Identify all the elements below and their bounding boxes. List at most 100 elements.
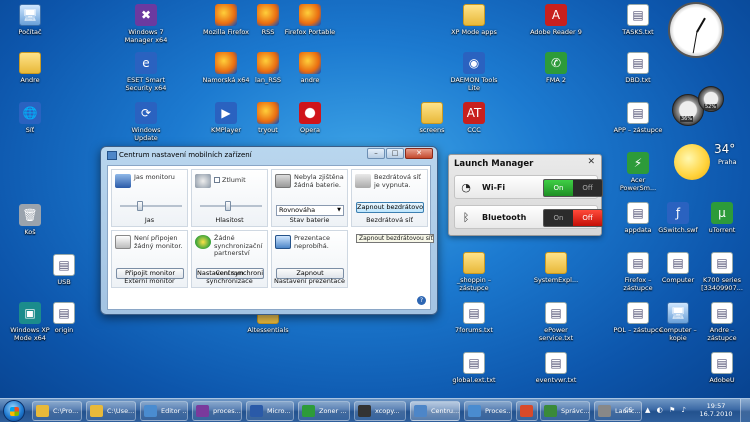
desktop-icon[interactable]: ⚡ Acer PowerSm...	[612, 152, 664, 192]
volume-slider[interactable]	[200, 201, 262, 211]
w7manager-icon: ✖	[135, 4, 157, 26]
desktop-icon[interactable]: XP Mode apps	[448, 4, 500, 36]
mute-checkbox-row[interactable]: Ztlumit	[214, 176, 267, 185]
clock-face-icon	[668, 2, 724, 58]
tray-icons[interactable]: ▲ ◐ ⚑ ♪	[645, 406, 688, 414]
taskbar-button-label: Editor ...	[161, 407, 188, 415]
desktop-icon-label: Síť	[25, 126, 35, 134]
wifi-icon: ◔	[461, 181, 471, 194]
launch-manager-title: Launch Manager	[454, 159, 534, 169]
desktop-icon[interactable]: AT CCC	[448, 102, 500, 134]
desktop-icon-label: FMA 2	[546, 76, 566, 84]
bluetooth-toggle[interactable]: On Off	[543, 209, 603, 227]
taskbar-button[interactable]: Proces...	[464, 401, 512, 421]
desktop-icon[interactable]: ✆ FMA 2	[530, 52, 582, 84]
desktop-icon[interactable]: 🌐 Síť	[4, 102, 56, 134]
text-file-icon: ▤	[627, 302, 649, 324]
desktop-icon[interactable]: SystemExpl...	[530, 252, 582, 284]
desktop-icon[interactable]: ▤ USB	[38, 254, 90, 286]
desktop-icon[interactable]: ⟳ Windows Update	[120, 102, 172, 142]
taskbar-button[interactable]: Launc...	[594, 401, 642, 421]
desktop-icon[interactable]: 🖥 Počítač	[4, 4, 56, 36]
desktop-icon[interactable]: Firefox Portable	[284, 4, 336, 36]
desktop-icon[interactable]: A Adobe Reader 9	[530, 4, 582, 36]
wifi-on-button[interactable]: On	[544, 180, 573, 196]
desktop-icon[interactable]: ▤ DBD.txt	[612, 52, 664, 84]
close-button[interactable]: ✕	[405, 148, 433, 159]
close-icon[interactable]: ✕	[587, 157, 595, 167]
brightness-slider-thumb[interactable]	[136, 201, 143, 211]
desktop-icon[interactable]: Andre	[4, 52, 56, 84]
bluetooth-label: Bluetooth	[482, 213, 527, 222]
desktop-icon[interactable]: ▤ global.ext.txt	[448, 352, 500, 384]
desktop-icon[interactable]: Opera	[284, 102, 336, 134]
weather-city: Praha	[718, 158, 737, 166]
desktop-icon-label: Windows 7 Manager x64	[124, 28, 168, 44]
desktop-icon-label: DAEMON Tools Lite	[450, 76, 498, 92]
swf-icon: ƒ	[667, 202, 689, 224]
wifi-off-button[interactable]: Off	[573, 180, 602, 196]
desktop-icon[interactable]: 🗑 Koš	[4, 204, 56, 236]
turn-on-wireless-button[interactable]: Zapnout bezdrátovou...	[356, 202, 424, 213]
bluetooth-off-button[interactable]: Off	[573, 210, 602, 226]
ram-value: 52%	[704, 104, 718, 110]
taskbar-button[interactable]: Zoner ...	[298, 401, 350, 421]
maximize-button[interactable]: □	[386, 148, 404, 159]
sync-status: Žádné synchronizační partnerství	[214, 234, 263, 257]
desktop-icon[interactable]: ▤ K700 series [33409907...	[696, 252, 748, 292]
language-indicator[interactable]: CS	[624, 406, 633, 414]
wifi-toggle[interactable]: On Off	[543, 179, 603, 197]
taskbar-button[interactable]: C:\Use...	[86, 401, 136, 421]
speaker-icon	[195, 174, 211, 188]
firefox-icon	[299, 4, 321, 26]
taskbar-button[interactable]: Editor ...	[140, 401, 188, 421]
taskbar-button[interactable]: Micro...	[246, 401, 294, 421]
brightness-label: Jas monitoru	[134, 173, 175, 181]
text-file-icon: ▤	[545, 352, 567, 374]
taskbar-button[interactable]: proces...	[192, 401, 242, 421]
desktop-icon[interactable]: ◉ DAEMON Tools Lite	[448, 52, 500, 92]
taskbar-button-label: Centru...	[431, 407, 460, 415]
bluetooth-on-button[interactable]: On	[544, 210, 573, 226]
launch-manager-window[interactable]: Launch Manager ✕ ◔ Wi-Fi On Off ᛒ Blueto…	[448, 154, 603, 236]
text-file-icon: ▤	[627, 102, 649, 124]
brightness-slider[interactable]	[120, 201, 182, 211]
desktop-icon[interactable]: ▤ origin	[38, 302, 90, 334]
volume-slider-thumb[interactable]	[225, 201, 232, 211]
clock-gadget[interactable]	[668, 2, 724, 60]
desktop-icon[interactable]: ✖ Windows 7 Manager x64	[120, 4, 172, 44]
show-desktop-button[interactable]	[740, 399, 750, 422]
external-monitor-tile: Není připojen žádný monitor. Připojit mo…	[111, 230, 188, 288]
minimize-button[interactable]: –	[367, 148, 385, 159]
desktop-icon[interactable]: ▤ APP – zástupce	[612, 102, 664, 134]
desktop-icon[interactable]: _shoppin – zástupce	[448, 252, 500, 292]
taskbar-button-label: Zoner ...	[319, 407, 347, 415]
mute-checkbox[interactable]	[214, 177, 220, 183]
weather-temperature: 34°	[714, 142, 736, 156]
taskbar-clock[interactable]: 19:57 16.7.2010	[696, 402, 736, 418]
desktop-icon[interactable]: ▤ 7forums.txt	[448, 302, 500, 334]
mobility-center-window[interactable]: Centrum nastavení mobilních zařízení – □…	[100, 146, 438, 315]
taskbar-button[interactable]: xcopy...	[354, 401, 406, 421]
desktop-icon[interactable]: ▤ eventvwr.txt	[530, 352, 582, 384]
desktop-icon[interactable]: ▤ AdobeU	[696, 352, 748, 384]
start-button[interactable]	[3, 400, 25, 422]
taskbar-button[interactable]: Správc...	[540, 401, 590, 421]
sync-tile: Žádné synchronizační partnerství Nastave…	[191, 230, 268, 288]
help-icon[interactable]: ?	[417, 296, 426, 305]
cpu-meter-gadget[interactable]: 36% 52%	[672, 86, 728, 130]
desktop-icon[interactable]: e ESET Smart Security x64	[120, 52, 172, 92]
acer-icon: ⚡	[627, 152, 649, 174]
desktop-icon[interactable]: µ uTorrent	[696, 202, 748, 234]
taskbar-button[interactable]	[516, 401, 538, 421]
desktop-icon[interactable]: ▤ ePower service.txt	[530, 302, 582, 342]
cpu-value: 36%	[680, 116, 694, 122]
weather-gadget[interactable]: 34° Praha	[670, 140, 738, 180]
taskbar-button[interactable]: Centru...	[410, 401, 460, 421]
desktop-icon[interactable]: ▤ Andre – zástupce	[696, 302, 748, 342]
user-folder-icon	[19, 52, 41, 74]
desktop-icon[interactable]: ▤ TASKS.txt	[612, 4, 664, 36]
desktop-icon[interactable]: andre	[284, 52, 336, 84]
taskbar-button[interactable]: C:\Pro...	[32, 401, 82, 421]
power-plan-select[interactable]: Rovnováha ▼	[276, 205, 344, 216]
